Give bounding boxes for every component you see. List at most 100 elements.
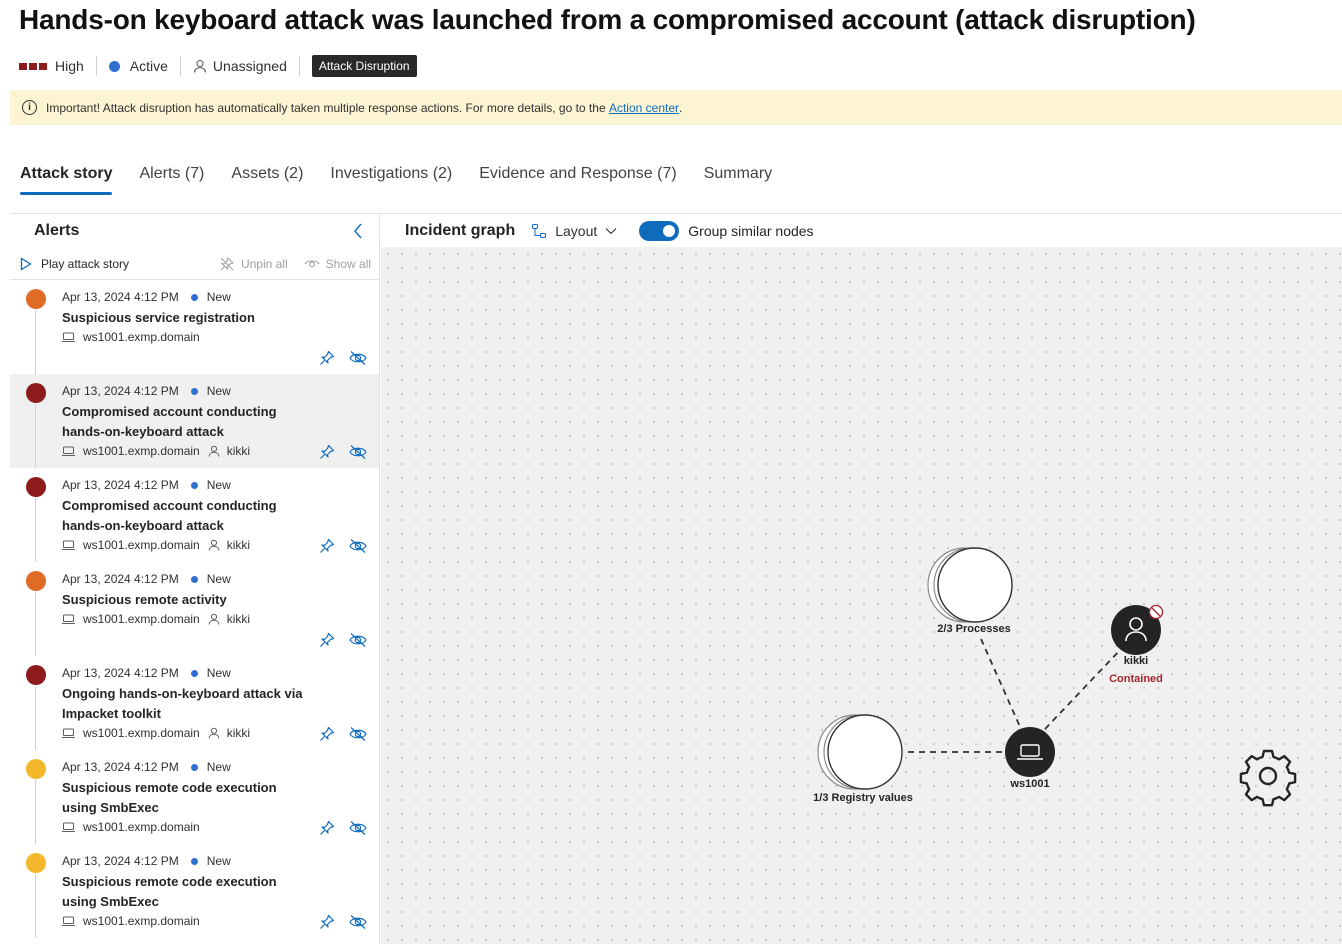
alert-name[interactable]: Suspicious remote code execution using S… bbox=[62, 872, 312, 912]
group-similar-nodes-label: Group similar nodes bbox=[688, 222, 814, 239]
user-entity[interactable]: kikki bbox=[208, 612, 250, 626]
severity-dot-icon bbox=[26, 759, 46, 779]
alert-entities: ws1001.exmp.domain bbox=[62, 820, 200, 834]
alert-entities: ws1001.exmp.domain kikki bbox=[62, 538, 250, 552]
eye-icon bbox=[304, 259, 320, 267]
alert-actions bbox=[319, 538, 367, 554]
tab-attack-story[interactable]: Attack story bbox=[20, 160, 113, 196]
banner-suffix: . bbox=[679, 100, 683, 115]
play-label: Play attack story bbox=[41, 256, 130, 271]
tab-investigations[interactable]: Investigations (2) bbox=[330, 160, 452, 196]
registry-node-label: 1/3 Registry values bbox=[799, 791, 927, 805]
tab-alerts[interactable]: Alerts (7) bbox=[139, 160, 204, 196]
device-name[interactable]: ws1001.exmp.domain bbox=[83, 726, 200, 740]
pin-icon[interactable] bbox=[319, 538, 335, 554]
alert-date: Apr 13, 2024 4:12 PM bbox=[62, 572, 179, 586]
user-name: kikki bbox=[226, 444, 251, 458]
alert-name[interactable]: Ongoing hands-on-keyboard attack via Imp… bbox=[62, 684, 312, 724]
new-status-dot-icon bbox=[190, 857, 198, 865]
device-name[interactable]: ws1001.exmp.domain bbox=[83, 444, 200, 458]
severity-dot-icon bbox=[26, 853, 46, 873]
hide-eye-icon[interactable] bbox=[349, 726, 367, 742]
alert-name[interactable]: Suspicious remote code execution using S… bbox=[62, 778, 312, 818]
user-node[interactable] bbox=[1111, 604, 1164, 655]
alert-list-item[interactable]: Apr 13, 2024 4:12 PM New Suspicious remote… bbox=[10, 750, 379, 844]
user-entity[interactable]: kikki bbox=[208, 726, 250, 740]
alerts-panel-header: Alerts bbox=[10, 214, 379, 248]
incident-graph-canvas[interactable]: 2/3 Processes 1/3 Registry values ws1001… bbox=[381, 247, 1342, 944]
pin-icon[interactable] bbox=[319, 444, 335, 460]
device-name[interactable]: ws1001.exmp.domain bbox=[83, 914, 200, 928]
new-status-dot-icon bbox=[190, 669, 198, 677]
alert-name[interactable]: Compromised account conducting hands-on-… bbox=[62, 496, 312, 536]
processes-node[interactable] bbox=[927, 547, 1013, 623]
settings-gear-icon[interactable] bbox=[1239, 749, 1297, 807]
timeline-line bbox=[35, 780, 36, 844]
alert-timestamp-row: Apr 13, 2024 4:12 PM New bbox=[62, 290, 231, 304]
pin-icon[interactable] bbox=[319, 350, 335, 366]
divider bbox=[95, 56, 97, 76]
unpin-all-label: Unpin all bbox=[240, 256, 288, 271]
action-center-link[interactable]: Action center bbox=[609, 101, 679, 115]
page-title: Hands-on keyboard attack was launched fr… bbox=[19, 4, 1196, 35]
unpin-all-button[interactable]: Unpin all bbox=[219, 256, 288, 272]
device-name[interactable]: ws1001.exmp.domain bbox=[83, 820, 200, 834]
tab-summary[interactable]: Summary bbox=[704, 160, 772, 196]
device-node-label: ws1001 bbox=[1010, 778, 1050, 790]
new-status-dot-icon bbox=[190, 575, 198, 583]
hide-eye-icon[interactable] bbox=[349, 444, 367, 460]
divider bbox=[179, 56, 181, 76]
group-similar-nodes-toggle[interactable] bbox=[639, 220, 680, 241]
alert-list-item[interactable]: Apr 13, 2024 4:12 PM New Suspicious remote… bbox=[10, 844, 379, 938]
alert-status: New bbox=[206, 666, 231, 680]
hide-eye-icon[interactable] bbox=[349, 350, 367, 366]
chevron-down-icon bbox=[605, 227, 617, 234]
hide-eye-icon[interactable] bbox=[349, 538, 367, 554]
tab-evidence-and-response[interactable]: Evidence and Response (7) bbox=[479, 160, 676, 196]
chevron-left-icon[interactable] bbox=[351, 222, 365, 240]
severity-dot-icon bbox=[26, 289, 46, 309]
user-entity[interactable]: kikki bbox=[208, 538, 250, 552]
alert-name[interactable]: Compromised account conducting hands-on-… bbox=[62, 402, 312, 442]
alert-name[interactable]: Suspicious service registration bbox=[62, 308, 312, 328]
person-icon bbox=[208, 727, 220, 739]
user-entity[interactable]: kikki bbox=[208, 444, 250, 458]
device-name[interactable]: ws1001.exmp.domain bbox=[83, 330, 200, 344]
alert-date: Apr 13, 2024 4:12 PM bbox=[62, 290, 179, 304]
device-node[interactable] bbox=[1005, 727, 1055, 777]
laptop-icon bbox=[62, 614, 75, 624]
alert-date: Apr 13, 2024 4:12 PM bbox=[62, 384, 179, 398]
tab-assets[interactable]: Assets (2) bbox=[231, 160, 303, 196]
pin-icon[interactable] bbox=[319, 726, 335, 742]
pin-icon[interactable] bbox=[319, 820, 335, 836]
registry-node[interactable] bbox=[817, 714, 903, 790]
alert-name[interactable]: Suspicious remote activity bbox=[62, 590, 312, 610]
laptop-icon bbox=[62, 728, 75, 738]
laptop-icon bbox=[62, 916, 75, 926]
play-attack-story-button[interactable]: Play attack story bbox=[20, 257, 129, 271]
pin-icon[interactable] bbox=[319, 914, 335, 930]
device-name[interactable]: ws1001.exmp.domain bbox=[83, 612, 200, 626]
alert-status: New bbox=[206, 760, 231, 774]
show-all-button[interactable]: Show all bbox=[304, 256, 371, 272]
incident-meta-bar: High Active Unassigned Attack Disruption bbox=[19, 54, 417, 78]
alert-list-item[interactable]: Apr 13, 2024 4:12 PM New Compromised accou… bbox=[10, 468, 379, 562]
pin-icon[interactable] bbox=[319, 632, 335, 648]
device-name[interactable]: ws1001.exmp.domain bbox=[83, 538, 200, 552]
alert-list-item[interactable]: Apr 13, 2024 4:12 PM New Suspicious servic… bbox=[10, 280, 379, 374]
user-name: kikki bbox=[226, 726, 251, 740]
alert-list-item[interactable]: Apr 13, 2024 4:12 PM New Compromised accou… bbox=[10, 374, 379, 468]
alert-timestamp-row: Apr 13, 2024 4:12 PM New bbox=[62, 572, 231, 586]
alert-list-item[interactable]: Apr 13, 2024 4:12 PM New Suspicious remote… bbox=[10, 562, 379, 656]
timeline-line bbox=[35, 498, 36, 562]
person-icon bbox=[208, 613, 220, 625]
hide-eye-icon[interactable] bbox=[349, 914, 367, 930]
graph-edges bbox=[817, 547, 1297, 807]
assignee-indicator[interactable]: Unassigned bbox=[193, 54, 287, 78]
hide-eye-icon[interactable] bbox=[349, 632, 367, 648]
layout-dropdown[interactable]: Layout bbox=[531, 223, 617, 239]
hide-eye-icon[interactable] bbox=[349, 820, 367, 836]
alert-list-item[interactable]: Apr 13, 2024 4:12 PM New Ongoing hands-on-… bbox=[10, 656, 379, 750]
person-icon bbox=[208, 539, 220, 551]
alert-entities: ws1001.exmp.domain bbox=[62, 330, 200, 344]
